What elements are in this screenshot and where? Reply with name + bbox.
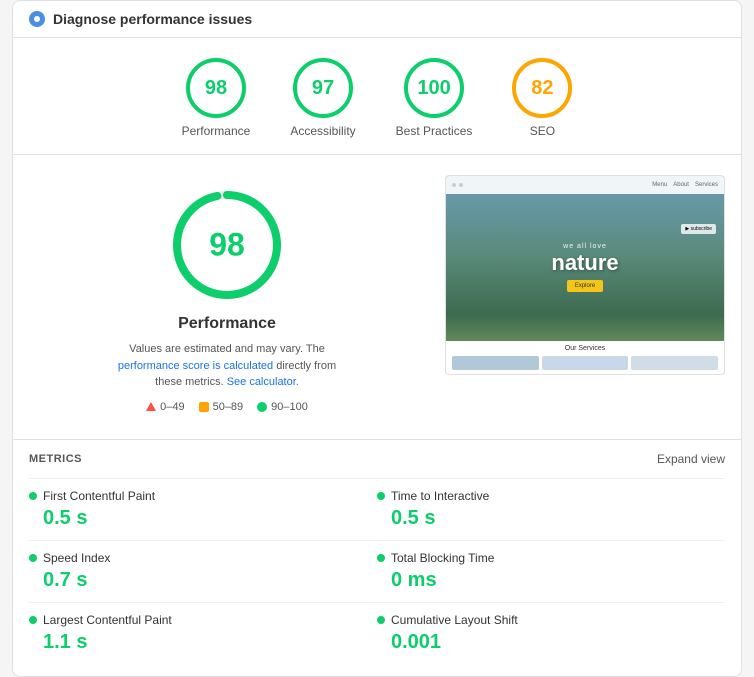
metric-tbt-value: 0 ms <box>377 569 725 592</box>
preview-footer: Our Services <box>446 341 724 374</box>
preview-subscribe: ▶ subscribe <box>681 224 716 234</box>
legend-green-icon <box>257 402 267 412</box>
score-label-accessibility: Accessibility <box>290 124 355 138</box>
legend-red: 0–49 <box>146 401 184 413</box>
perf-desc-text: Values are estimated and may vary. The <box>129 343 325 355</box>
calculator-link[interactable]: See calculator. <box>227 376 299 388</box>
preview-block-1 <box>452 356 539 370</box>
metric-si-dot <box>29 554 37 562</box>
preview-text-small: we all love <box>563 243 607 250</box>
perf-description: Values are estimated and may vary. The p… <box>107 341 347 391</box>
legend-row: 0–49 50–89 90–100 <box>146 401 308 413</box>
preview-text-large: nature <box>551 250 618 276</box>
expand-view-button[interactable]: Expand view <box>657 452 725 466</box>
metric-tti: Time to Interactive 0.5 s <box>377 478 725 540</box>
legend-triangle-icon <box>146 402 156 411</box>
score-circle-best-practices: 100 <box>404 58 464 118</box>
metric-fcp-dot <box>29 492 37 500</box>
preview-footer-title: Our Services <box>452 345 718 352</box>
preview-nav: Menu About Services <box>652 182 718 188</box>
preview-content: we all love nature Explore ▶ subscribe <box>446 194 724 341</box>
metric-cls: Cumulative Layout Shift 0.001 <box>377 602 725 664</box>
metrics-section: METRICS Expand view First Contentful Pai… <box>13 440 741 676</box>
preview-block-2 <box>542 356 629 370</box>
perf-score-link[interactable]: performance score is calculated <box>118 360 273 372</box>
metric-fcp: First Contentful Paint 0.5 s <box>29 478 377 540</box>
metric-cls-dot <box>377 616 385 624</box>
legend-green-range: 90–100 <box>271 401 308 413</box>
preview-header-bar: Menu About Services <box>446 176 724 194</box>
metric-tti-dot <box>377 492 385 500</box>
score-accessibility[interactable]: 97 Accessibility <box>290 58 355 138</box>
preview-block-3 <box>631 356 718 370</box>
score-seo[interactable]: 82 SEO <box>512 58 572 138</box>
website-preview: Menu About Services we all love nature E… <box>445 175 725 375</box>
metric-lcp: Largest Contentful Paint 1.1 s <box>29 602 377 664</box>
metric-fcp-name: First Contentful Paint <box>29 489 377 503</box>
metrics-grid: First Contentful Paint 0.5 s Time to Int… <box>29 478 725 664</box>
metric-si: Speed Index 0.7 s <box>29 540 377 602</box>
metric-si-name: Speed Index <box>29 551 377 565</box>
legend-orange-range: 50–89 <box>213 401 244 413</box>
legend-orange: 50–89 <box>199 401 244 413</box>
performance-panel: 98 Performance Values are estimated and … <box>29 175 425 423</box>
preview-footer-blocks <box>452 356 718 370</box>
main-section: 98 Performance Values are estimated and … <box>13 155 741 440</box>
card-title: Diagnose performance issues <box>53 11 252 27</box>
preview-cta-button: Explore <box>567 280 603 292</box>
legend-orange-icon <box>199 402 209 412</box>
score-circle-accessibility: 97 <box>293 58 353 118</box>
metric-cls-value: 0.001 <box>377 631 725 654</box>
nav-item-2: About <box>673 182 689 188</box>
metric-lcp-value: 1.1 s <box>29 631 377 654</box>
metric-tbt-dot <box>377 554 385 562</box>
big-score-circle-wrapper: 98 <box>167 185 287 305</box>
preview-dot-1 <box>452 183 456 187</box>
preview-panel: Menu About Services we all love nature E… <box>445 175 725 423</box>
score-circle-seo: 82 <box>512 58 572 118</box>
card-header: Diagnose performance issues <box>13 1 741 38</box>
metric-tbt-name: Total Blocking Time <box>377 551 725 565</box>
metric-fcp-value: 0.5 s <box>29 507 377 530</box>
metrics-title: METRICS <box>29 453 82 465</box>
scores-row: 98 Performance 97 Accessibility 100 Best… <box>13 38 741 155</box>
main-card: Diagnose performance issues 98 Performan… <box>12 0 742 677</box>
score-label-best-practices: Best Practices <box>396 124 473 138</box>
metric-lcp-dot <box>29 616 37 624</box>
score-best-practices[interactable]: 100 Best Practices <box>396 58 473 138</box>
metric-tbt: Total Blocking Time 0 ms <box>377 540 725 602</box>
score-label-performance: Performance <box>182 124 251 138</box>
legend-red-range: 0–49 <box>160 401 184 413</box>
score-label-seo: SEO <box>530 124 555 138</box>
score-performance[interactable]: 98 Performance <box>182 58 251 138</box>
score-circle-performance: 98 <box>186 58 246 118</box>
metric-cls-name: Cumulative Layout Shift <box>377 613 725 627</box>
metric-tti-value: 0.5 s <box>377 507 725 530</box>
perf-title: Performance <box>178 315 276 333</box>
metric-lcp-name: Largest Contentful Paint <box>29 613 377 627</box>
metric-si-value: 0.7 s <box>29 569 377 592</box>
big-score-value: 98 <box>209 227 245 264</box>
legend-green: 90–100 <box>257 401 308 413</box>
nav-item-1: Menu <box>652 182 667 188</box>
metrics-header: METRICS Expand view <box>29 452 725 466</box>
nav-item-3: Services <box>695 182 718 188</box>
metric-tti-name: Time to Interactive <box>377 489 725 503</box>
header-icon <box>29 11 45 27</box>
preview-dot-2 <box>459 183 463 187</box>
